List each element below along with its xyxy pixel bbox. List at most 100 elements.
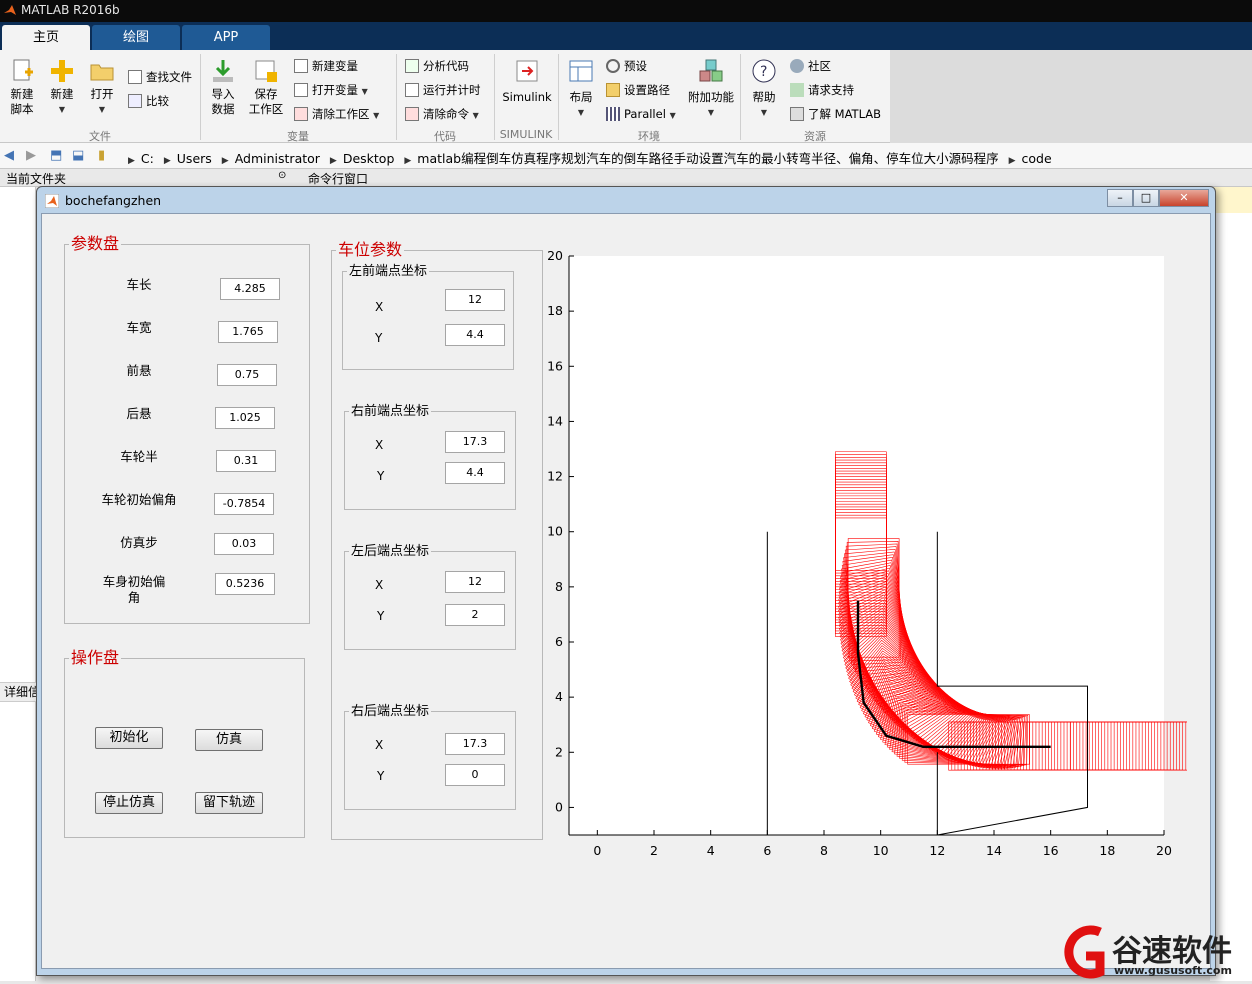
init-button[interactable]: 初始化 bbox=[95, 727, 163, 749]
group-environment-label: 环境 bbox=[638, 130, 660, 143]
learn-matlab-button[interactable]: 了解 MATLAB bbox=[790, 105, 881, 123]
current-folder-panel[interactable] bbox=[0, 187, 36, 981]
y-tick-label: 16 bbox=[547, 358, 563, 373]
watermark-url: www.gususoft.com bbox=[1114, 964, 1232, 977]
save-workspace-icon bbox=[253, 58, 279, 84]
figure-client-area: 参数盘 车长 4.285 车宽 1.765 前悬 0.75 后悬 1.025 车… bbox=[41, 213, 1211, 969]
y-label: Y bbox=[377, 609, 385, 623]
new-script-icon bbox=[9, 58, 35, 84]
maximize-button[interactable]: □ bbox=[1133, 189, 1159, 207]
tab-home[interactable]: 主页 bbox=[2, 25, 90, 50]
compare-icon bbox=[128, 94, 142, 108]
details-header[interactable]: 详细信息 bbox=[0, 682, 36, 702]
rear-overhang-field[interactable]: 1.025 bbox=[215, 407, 275, 429]
wheel-radius-field[interactable]: 0.31 bbox=[216, 450, 276, 472]
x-tick-label: 10 bbox=[873, 843, 889, 858]
up-folder-icon[interactable]: ⬒ bbox=[50, 148, 62, 163]
parallel-button[interactable]: Parallel ▼ bbox=[606, 105, 676, 123]
param-label: 车身初始偏 角 bbox=[102, 574, 166, 605]
open-button[interactable]: 打开 ▼ bbox=[84, 58, 120, 117]
preferences-button[interactable]: 预设 bbox=[606, 57, 647, 75]
breadcrumb-item[interactable]: matlab编程倒车仿真程序规划汽车的倒车路径手动设置汽车的最小转弯半径、偏角、… bbox=[417, 151, 998, 166]
ops-panel: 操作盘 初始化 仿真 停止仿真 留下轨迹 bbox=[64, 649, 305, 838]
group-variable-label: 变量 bbox=[287, 130, 309, 143]
x-tick-label: 6 bbox=[763, 843, 771, 858]
front-overhang-field[interactable]: 0.75 bbox=[217, 364, 277, 386]
left-front-x-field[interactable]: 12 bbox=[445, 289, 505, 311]
new-variable-button[interactable]: 新建变量 bbox=[294, 57, 358, 75]
x-tick-label: 8 bbox=[820, 843, 828, 858]
clear-workspace-button[interactable]: 清除工作区 ▼ bbox=[294, 105, 379, 123]
y-tick-label: 18 bbox=[547, 303, 563, 318]
clear-commands-button[interactable]: 清除命令 ▼ bbox=[405, 105, 479, 123]
y-tick-label: 8 bbox=[555, 579, 563, 594]
y-label: Y bbox=[375, 331, 383, 345]
app-title: MATLAB R2016b bbox=[21, 3, 120, 17]
request-support-button[interactable]: 请求支持 bbox=[790, 81, 854, 99]
layout-icon bbox=[568, 58, 594, 84]
group-code-label: 代码 bbox=[434, 130, 456, 143]
folder-icon bbox=[89, 58, 115, 84]
breadcrumb-item[interactable]: Desktop bbox=[343, 151, 395, 166]
tab-plots[interactable]: 绘图 bbox=[92, 25, 180, 50]
breadcrumb-item[interactable]: C: bbox=[141, 151, 154, 166]
left-rear-y-field[interactable]: 2 bbox=[445, 604, 505, 626]
compare-button[interactable]: 比较 bbox=[128, 92, 169, 110]
command-window-header[interactable]: 命令行窗口 bbox=[308, 170, 368, 187]
set-path-icon bbox=[606, 83, 620, 97]
leave-trace-button[interactable]: 留下轨迹 bbox=[195, 792, 263, 814]
community-icon bbox=[790, 59, 804, 73]
tab-apps[interactable]: APP bbox=[182, 25, 270, 50]
add-ons-icon bbox=[698, 58, 724, 84]
clear-workspace-icon bbox=[294, 107, 308, 121]
help-button[interactable]: ? 帮助 ▼ bbox=[746, 58, 782, 120]
close-button[interactable]: ✕ bbox=[1159, 189, 1209, 207]
current-folder-header[interactable]: 当前文件夹 bbox=[6, 170, 66, 187]
layout-button[interactable]: 布局 ▼ bbox=[564, 58, 598, 120]
breadcrumb-item[interactable]: Users bbox=[177, 151, 212, 166]
left-rear-x-field[interactable]: 12 bbox=[445, 571, 505, 593]
command-window[interactable] bbox=[1210, 213, 1252, 981]
run-and-time-button[interactable]: 运行并计时 bbox=[405, 81, 481, 99]
car-length-field[interactable]: 4.285 bbox=[220, 278, 280, 300]
simulate-button[interactable]: 仿真 bbox=[195, 729, 263, 751]
open-variable-button[interactable]: 打开变量 ▼ bbox=[294, 81, 368, 99]
add-ons-button[interactable]: 附加功能 ▼ bbox=[686, 58, 736, 120]
breadcrumb-item[interactable]: code bbox=[1022, 151, 1052, 166]
chevron-down-icon[interactable]: ⊙ bbox=[278, 170, 286, 181]
car-width-field[interactable]: 1.765 bbox=[218, 321, 278, 343]
minimize-button[interactable]: – bbox=[1107, 189, 1133, 207]
sim-step-field[interactable]: 0.03 bbox=[214, 533, 274, 555]
forward-arrow-icon[interactable]: ▶ bbox=[26, 148, 36, 163]
new-script-button[interactable]: 新建 脚本 bbox=[4, 58, 40, 117]
y-tick-label: 12 bbox=[547, 469, 563, 484]
browse-folder-icon[interactable]: ⬓ bbox=[72, 148, 84, 163]
left-front-group: 左前端点坐标 X 12 Y 4.4 bbox=[342, 264, 514, 370]
back-arrow-icon[interactable]: ◀ bbox=[4, 148, 14, 163]
right-rear-x-field[interactable]: 17.3 bbox=[445, 733, 505, 755]
stop-sim-button[interactable]: 停止仿真 bbox=[95, 792, 163, 814]
y-tick-label: 20 bbox=[547, 248, 563, 263]
param-label: 车长 bbox=[126, 277, 152, 292]
right-rear-y-field[interactable]: 0 bbox=[445, 764, 505, 786]
left-front-y-field[interactable]: 4.4 bbox=[445, 324, 505, 346]
find-files-button[interactable]: 查找文件 bbox=[128, 68, 192, 86]
y-tick-label: 6 bbox=[555, 634, 563, 649]
body-initial-angle-field[interactable]: 0.5236 bbox=[215, 573, 275, 595]
x-tick-label: 14 bbox=[986, 843, 1002, 858]
simulink-button[interactable]: Simulink bbox=[500, 58, 554, 105]
left-rear-group: 左后端点坐标 X 12 Y 2 bbox=[344, 544, 516, 650]
community-button[interactable]: 社区 bbox=[790, 57, 831, 75]
right-front-y-field[interactable]: 4.4 bbox=[445, 462, 505, 484]
param-label: 车轮初始偏角 bbox=[101, 492, 177, 507]
x-label: X bbox=[375, 438, 384, 452]
right-front-x-field[interactable]: 17.3 bbox=[445, 431, 505, 453]
gear-icon bbox=[606, 59, 620, 73]
analyze-code-button[interactable]: 分析代码 bbox=[405, 57, 469, 75]
breadcrumb-item[interactable]: Administrator bbox=[235, 151, 320, 166]
wheel-initial-angle-field[interactable]: -0.7854 bbox=[214, 493, 274, 515]
new-button[interactable]: 新建 ▼ bbox=[44, 58, 80, 117]
import-data-button[interactable]: 导入 数据 bbox=[204, 58, 242, 117]
set-path-button[interactable]: 设置路径 bbox=[606, 81, 670, 99]
save-workspace-button[interactable]: 保存 工作区 bbox=[246, 58, 286, 117]
